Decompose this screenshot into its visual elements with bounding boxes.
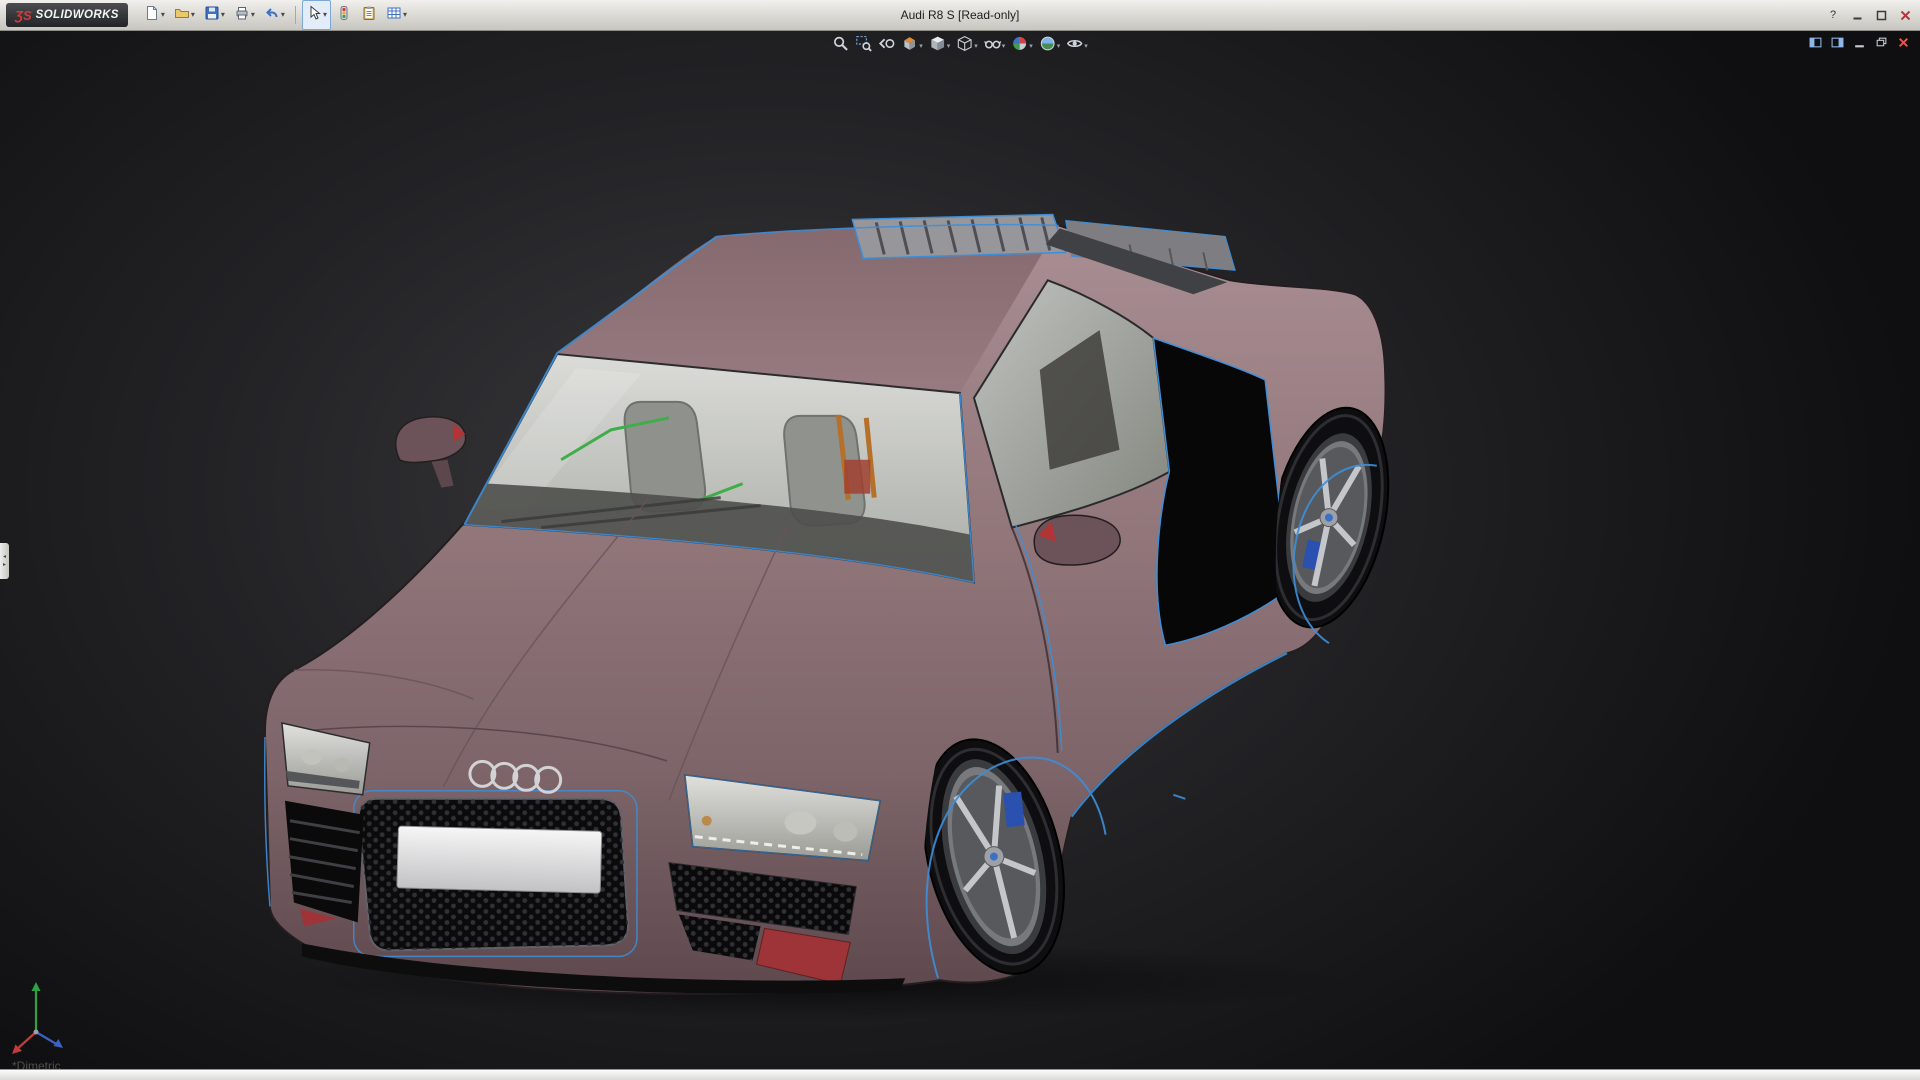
select-button[interactable]: ▾ bbox=[302, 0, 331, 30]
restore-document-button[interactable] bbox=[1875, 36, 1888, 49]
dropdown-caret[interactable]: ▾ bbox=[919, 43, 923, 50]
help-button[interactable]: ? bbox=[1824, 7, 1842, 23]
file-properties-button[interactable] bbox=[357, 0, 381, 30]
car-model[interactable] bbox=[265, 214, 1407, 1020]
3d-viewport-canvas[interactable] bbox=[0, 31, 1920, 1070]
apply-scene-button[interactable]: ▾ bbox=[1037, 34, 1063, 58]
eye-icon bbox=[1066, 35, 1083, 57]
section-view-icon bbox=[901, 35, 918, 57]
previous-view-icon bbox=[878, 35, 895, 57]
dropdown-caret[interactable]: ▾ bbox=[221, 11, 225, 19]
solidworks-window: ƷS SOLIDWORKS ▾ ▾ ▾ ▾ bbox=[0, 0, 1920, 1080]
dropdown-caret[interactable]: ▾ bbox=[974, 43, 978, 50]
minimize-button[interactable] bbox=[1848, 7, 1866, 23]
dropdown-caret[interactable]: ▾ bbox=[1057, 43, 1061, 50]
maximize-button[interactable] bbox=[1872, 7, 1890, 23]
print-icon bbox=[234, 5, 250, 26]
title-bar: ƷS SOLIDWORKS ▾ ▾ ▾ ▾ bbox=[0, 0, 1920, 31]
save-icon bbox=[204, 5, 220, 26]
dropdown-caret[interactable]: ▾ bbox=[323, 11, 327, 19]
scene-sphere-icon bbox=[1039, 35, 1056, 57]
section-view-button[interactable]: ▾ bbox=[899, 34, 925, 58]
grille bbox=[354, 791, 637, 957]
edit-appearance-button[interactable]: ▾ bbox=[1009, 34, 1035, 58]
traffic-light-icon bbox=[336, 5, 352, 26]
solidworks-logo-text: SOLIDWORKS bbox=[36, 9, 119, 21]
zoom-to-area-button[interactable] bbox=[853, 34, 874, 58]
view-orientation-icon bbox=[929, 35, 946, 57]
dropdown-caret[interactable]: ▾ bbox=[281, 11, 285, 19]
dropdown-caret[interactable]: ▾ bbox=[1002, 43, 1006, 50]
appearance-ball-icon bbox=[1011, 35, 1028, 57]
new-document-button[interactable]: ▾ bbox=[140, 0, 169, 30]
view-settings-button[interactable]: ▾ bbox=[1064, 34, 1090, 58]
document-window-controls bbox=[1809, 36, 1910, 49]
dropdown-caret[interactable]: ▾ bbox=[251, 11, 255, 19]
table-grid-icon bbox=[386, 5, 402, 26]
glasses-icon bbox=[984, 35, 1001, 57]
zoom-to-fit-icon bbox=[832, 35, 849, 57]
graphics-area[interactable]: ▾ ▾ ▾ ▾ ▾ bbox=[0, 31, 1920, 1070]
dropdown-caret[interactable]: ▾ bbox=[403, 11, 407, 19]
hide-show-items-button[interactable]: ▾ bbox=[982, 34, 1008, 58]
mirror-left bbox=[396, 417, 466, 488]
solidworks-logo[interactable]: ƷS SOLIDWORKS bbox=[6, 3, 128, 27]
undo-icon bbox=[264, 5, 280, 26]
close-document-button[interactable] bbox=[1897, 36, 1910, 49]
license-plate bbox=[397, 826, 602, 893]
pane-left-button[interactable] bbox=[1809, 36, 1822, 49]
zoom-to-area-icon bbox=[855, 35, 872, 57]
window-controls: ? bbox=[1824, 7, 1914, 23]
panel-collapse-handle[interactable]: ◂ ▸ bbox=[0, 543, 9, 579]
dropdown-caret[interactable]: ▾ bbox=[191, 11, 195, 19]
select-cursor-icon bbox=[306, 5, 322, 26]
new-document-icon bbox=[144, 5, 160, 26]
orientation-triad bbox=[6, 970, 98, 1062]
dropdown-caret[interactable]: ▾ bbox=[161, 11, 165, 19]
headsup-view-toolbar: ▾ ▾ ▾ ▾ ▾ bbox=[830, 34, 1090, 58]
dropdown-caret[interactable]: ▾ bbox=[947, 43, 951, 50]
rebuild-button[interactable] bbox=[332, 0, 356, 30]
minimize-document-button[interactable] bbox=[1853, 36, 1866, 49]
mirror-right bbox=[1034, 515, 1120, 565]
options-button[interactable]: ▾ bbox=[382, 0, 411, 30]
dropdown-caret[interactable]: ▾ bbox=[1029, 43, 1033, 50]
clipboard-icon bbox=[361, 5, 377, 26]
pane-right-button[interactable] bbox=[1831, 36, 1844, 49]
display-style-button[interactable]: ▾ bbox=[954, 34, 980, 58]
save-button[interactable]: ▾ bbox=[200, 0, 229, 30]
close-button[interactable] bbox=[1896, 7, 1914, 23]
toolbar-separator bbox=[295, 6, 296, 24]
collapse-left-icon: ◂ bbox=[3, 553, 6, 561]
view-orientation-button[interactable]: ▾ bbox=[927, 34, 953, 58]
collapse-right-icon: ▸ bbox=[3, 561, 6, 569]
main-toolbar: ▾ ▾ ▾ ▾ ▾ bbox=[140, 0, 411, 30]
solidworks-logo-icon: ƷS bbox=[15, 8, 32, 23]
print-button[interactable]: ▾ bbox=[230, 0, 259, 30]
window-title: Audi R8 S [Read-only] bbox=[901, 8, 1020, 22]
previous-view-button[interactable] bbox=[876, 34, 897, 58]
status-bar bbox=[0, 1069, 1920, 1080]
dropdown-caret[interactable]: ▾ bbox=[1084, 43, 1088, 50]
display-style-icon bbox=[956, 35, 973, 57]
undo-button[interactable]: ▾ bbox=[260, 0, 289, 30]
open-folder-icon bbox=[174, 5, 190, 26]
zoom-to-fit-button[interactable] bbox=[830, 34, 851, 58]
open-button[interactable]: ▾ bbox=[170, 0, 199, 30]
